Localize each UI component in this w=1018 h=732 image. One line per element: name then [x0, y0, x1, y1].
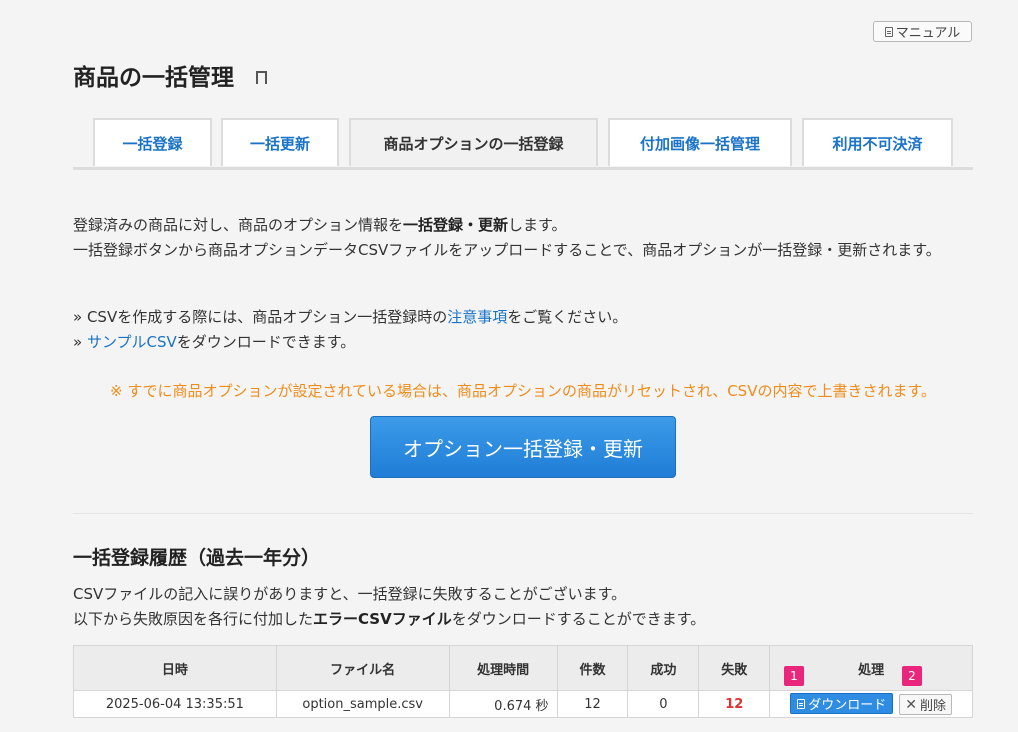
cell-fail: 12	[698, 690, 771, 718]
tab-option-bulk-register[interactable]: 商品オプションの一括登録	[349, 118, 598, 166]
table-row: 2025-06-04 13:35:51 option_sample.csv 0.…	[73, 690, 973, 718]
close-icon: ✕	[905, 696, 917, 713]
page-title: 商品の一括管理	[73, 58, 267, 92]
intro-line1-bold: 一括登録・更新	[403, 216, 509, 234]
cell-count: 12	[556, 690, 629, 718]
delete-label: 削除	[919, 699, 946, 714]
bookmark-icon[interactable]	[256, 70, 267, 86]
document-icon	[884, 26, 893, 37]
table-header-row: 日時 ファイル名 処理時間 件数 成功 失敗 処理	[73, 645, 973, 691]
history-desc2-bold: エラーCSVファイル	[313, 610, 452, 628]
note1-pre: » CSVを作成する際には、商品オプション一括登録時の	[73, 308, 448, 326]
note2-post: をダウンロードできます。	[176, 333, 356, 351]
column-header-time: 処理時間	[448, 645, 558, 691]
tab-bulk-update[interactable]: 一括更新	[221, 118, 339, 166]
tab-additional-images[interactable]: 付加画像一括管理	[608, 118, 792, 166]
download-button[interactable]: ダウンロード	[790, 693, 894, 714]
intro-line-2: 一括登録ボタンから商品オプションデータCSVファイルをアップロードすることで、商…	[73, 241, 941, 259]
manual-label: マニュアル	[895, 26, 961, 41]
tab-unavailable-payment[interactable]: 利用不可決済	[802, 118, 953, 166]
cell-datetime: 2025-06-04 13:35:51	[73, 690, 277, 718]
document-icon	[797, 698, 806, 709]
note-2: » サンプルCSVをダウンロードできます。	[73, 330, 963, 355]
intro-text: 登録済みの商品に対し、商品のオプション情報を一括登録・更新します。 一括登録ボタ…	[73, 213, 963, 263]
cell-filename: option_sample.csv	[275, 690, 450, 718]
download-label: ダウンロード	[808, 698, 887, 713]
sample-csv-link[interactable]: サンプルCSV	[87, 333, 177, 351]
column-header-count: 件数	[556, 645, 629, 691]
divider	[73, 513, 973, 514]
cell-actions: ダウンロード ✕ 削除	[769, 690, 973, 718]
history-desc-1: CSVファイルの記入に誤りがありますと、一括登録に失敗することがございます。	[73, 585, 627, 603]
history-title: 一括登録履歴（過去一年分）	[73, 547, 321, 569]
history-desc: CSVファイルの記入に誤りがありますと、一括登録に失敗することがございます。 以…	[73, 582, 963, 632]
option-bulk-register-button[interactable]: オプション一括登録・更新	[370, 416, 676, 478]
history-table: 日時 ファイル名 処理時間 件数 成功 失敗 処理 2025-06-04 13:…	[73, 645, 973, 718]
tab-bulk-register[interactable]: 一括登録	[93, 118, 212, 166]
intro-line1-post: します。	[508, 216, 567, 234]
history-desc-2: 以下から失敗原因を各行に付加したエラーCSVファイルをダウンロードすることができ…	[73, 607, 963, 632]
notes: » CSVを作成する際には、商品オプション一括登録時の注意事項をご覧ください。 …	[73, 305, 963, 355]
warning-text: ※ すでに商品オプションが設定されている場合は、商品オプションの商品がリセットさ…	[110, 382, 936, 400]
cell-time: 0.674 秒	[448, 690, 558, 718]
intro-line1-pre: 登録済みの商品に対し、商品のオプション情報を	[73, 216, 404, 234]
note-1: » CSVを作成する際には、商品オプション一括登録時の注意事項をご覧ください。	[73, 305, 963, 330]
annotation-marker-1: 1	[784, 666, 804, 686]
cell-success: 0	[627, 690, 700, 718]
history-desc2-pre: 以下から失敗原因を各行に付加した	[73, 610, 314, 628]
note1-post: をご覧ください。	[507, 308, 628, 326]
annotation-marker-2: 2	[902, 666, 922, 686]
column-header-success: 成功	[627, 645, 700, 691]
note2-pre: »	[73, 333, 87, 351]
delete-button[interactable]: ✕ 削除	[899, 694, 952, 715]
caution-link[interactable]: 注意事項	[447, 308, 507, 326]
column-header-filename: ファイル名	[275, 645, 450, 691]
manual-button[interactable]: マニュアル	[873, 21, 972, 42]
history-desc2-post: をダウンロードすることができます。	[451, 610, 706, 628]
tab-bar: 一括登録 一括更新 商品オプションの一括登録 付加画像一括管理 利用不可決済	[73, 118, 973, 170]
column-header-datetime: 日時	[73, 645, 277, 691]
column-header-fail: 失敗	[698, 645, 771, 691]
intro-line-1: 登録済みの商品に対し、商品のオプション情報を一括登録・更新します。	[73, 213, 963, 238]
page-title-text: 商品の一括管理	[73, 65, 234, 91]
